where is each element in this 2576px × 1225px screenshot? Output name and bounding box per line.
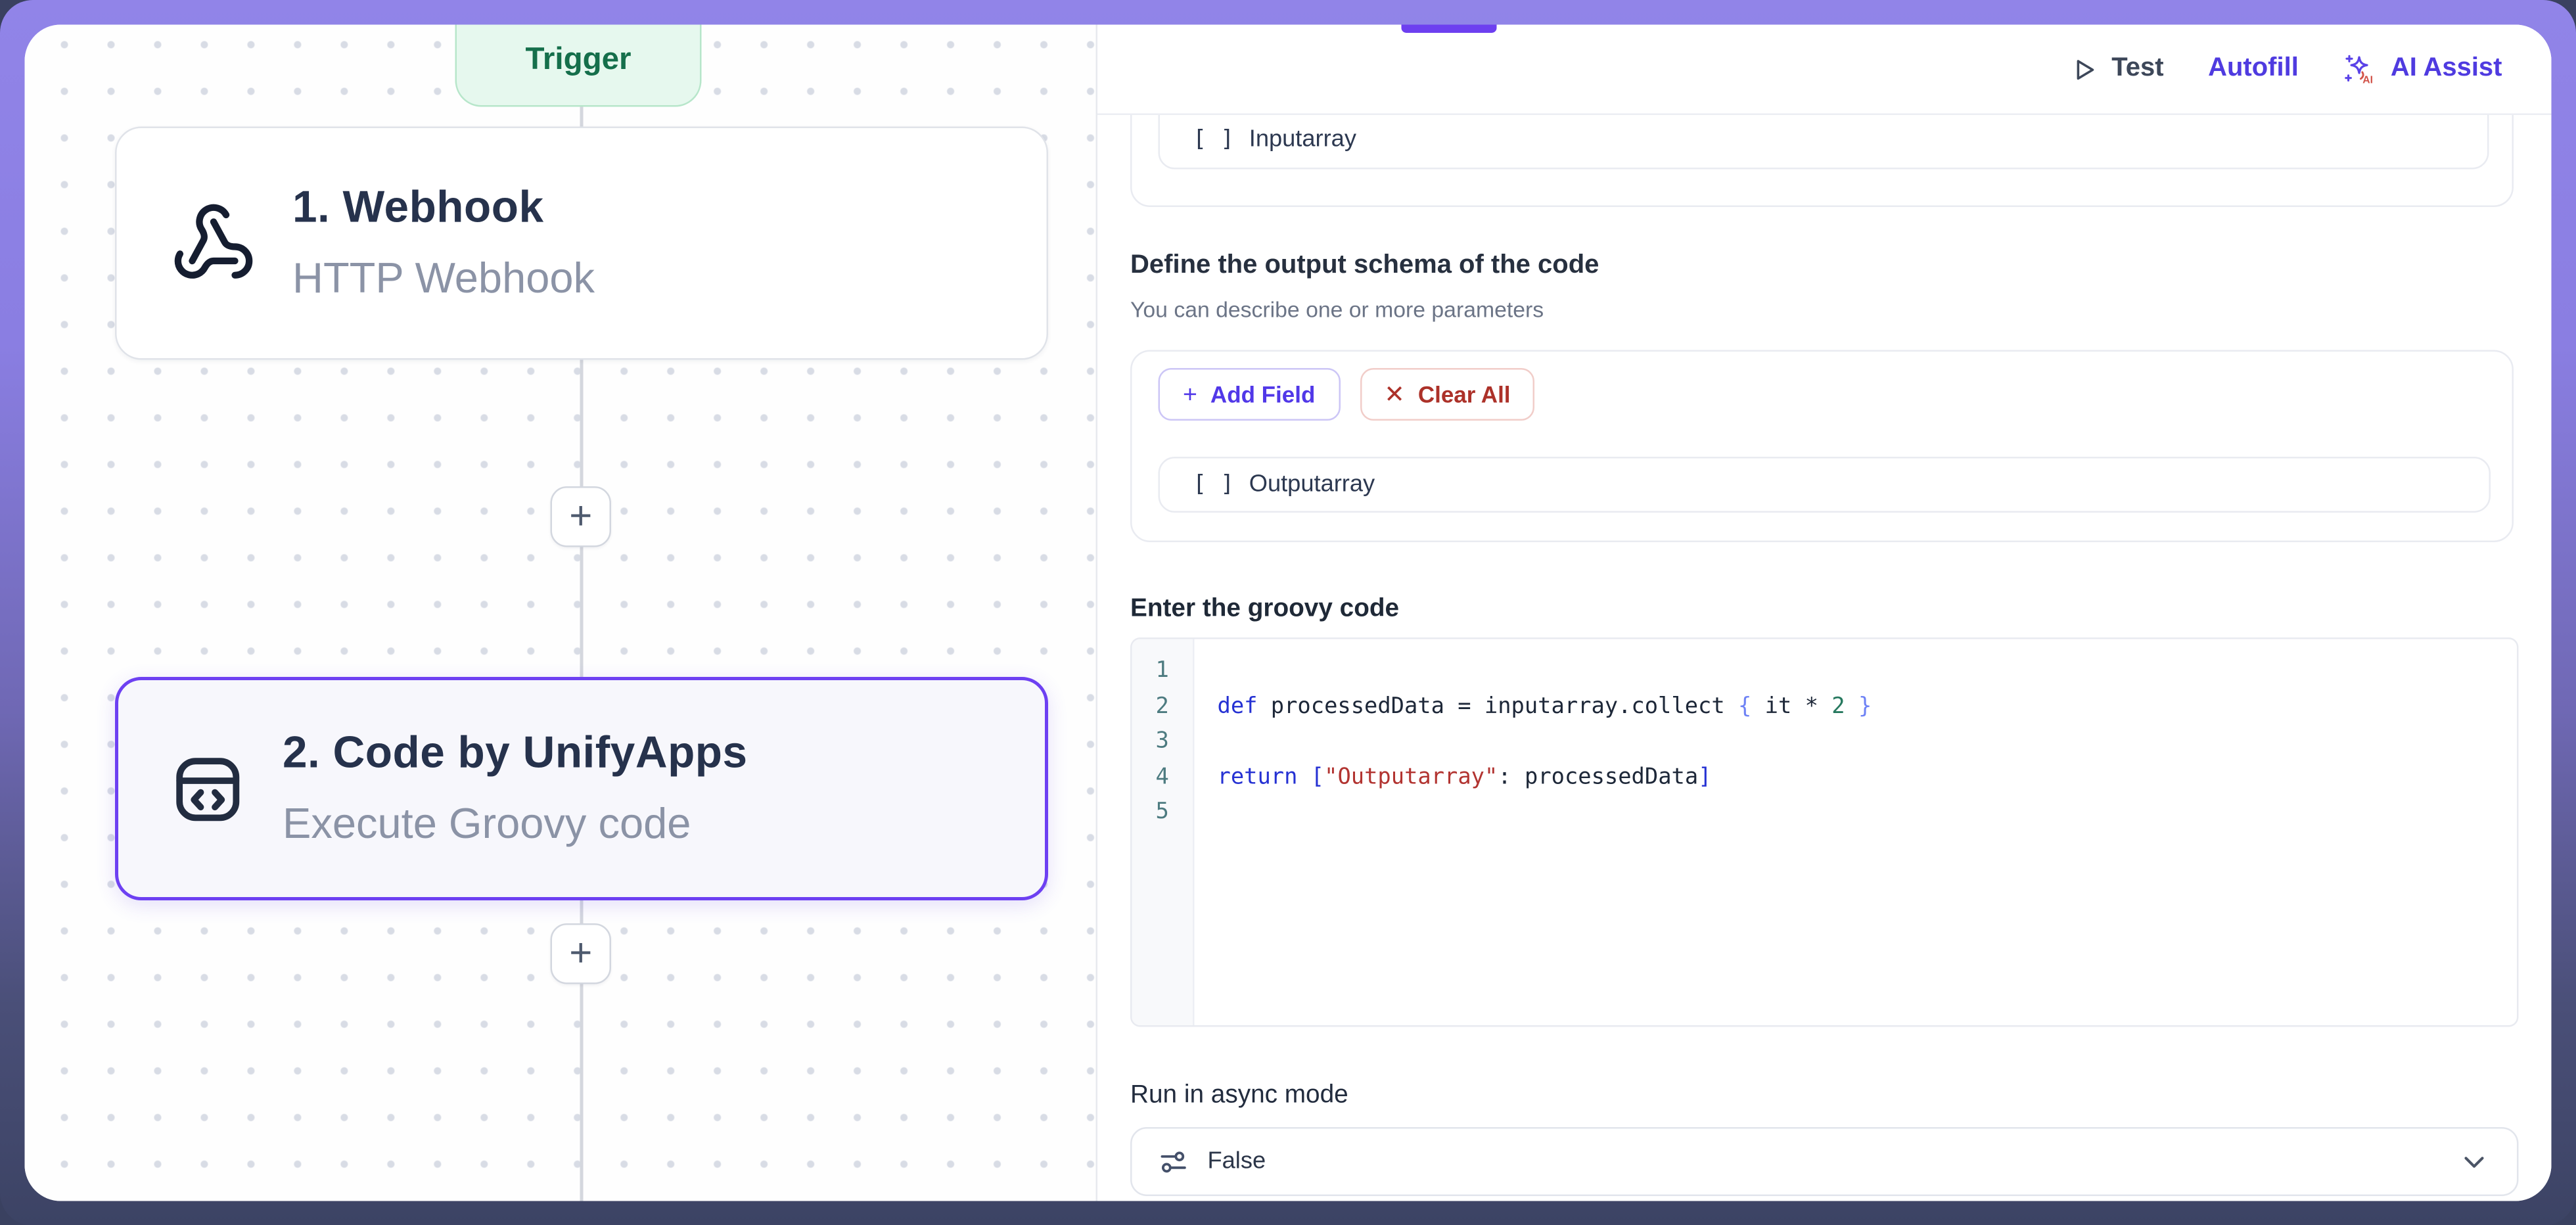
output-schema-subtitle: You can describe one or more parameters — [1130, 298, 1544, 323]
ai-sparkle-icon: AI — [2343, 52, 2378, 87]
code-window-icon — [170, 750, 247, 827]
output-schema-field[interactable]: [ ] Outputarray — [1159, 457, 2491, 513]
clear-all-button[interactable]: ✕ Clear All — [1360, 368, 1535, 421]
add-field-button[interactable]: + Add Field — [1159, 368, 1340, 421]
node-title: 1. Webhook — [292, 183, 595, 234]
panel-content: [ ] Inputarray Define the output schema … — [1097, 115, 2552, 1201]
svg-text:AI: AI — [2363, 74, 2374, 85]
node-code-by-unifyapps[interactable]: 2. Code by UnifyApps Execute Groovy code — [115, 677, 1048, 900]
app-stage: Trigger 1. Webhook HTTP Webhook + — [0, 0, 2576, 1225]
ai-assist-button[interactable]: AI AI Assist — [2343, 52, 2502, 87]
app-window: Trigger 1. Webhook HTTP Webhook + — [25, 25, 2552, 1201]
node-webhook[interactable]: 1. Webhook HTTP Webhook — [115, 127, 1048, 360]
panel-header: Test Autofill AI AI Assist — [1097, 25, 2552, 116]
async-mode-label: Run in async mode — [1130, 1081, 1348, 1111]
add-step-button[interactable]: + — [551, 923, 612, 984]
groovy-code-label: Enter the groovy code — [1130, 595, 1399, 624]
selected-value: False — [1208, 1149, 1266, 1175]
trigger-badge[interactable]: Trigger — [455, 25, 702, 107]
array-brackets-icon: [ ] — [1193, 472, 1234, 498]
test-button[interactable]: Test — [2071, 55, 2164, 84]
x-icon: ✕ — [1384, 382, 1404, 407]
array-brackets-icon: [ ] — [1193, 127, 1234, 153]
node-subtitle: HTTP Webhook — [292, 253, 595, 304]
autofill-button[interactable]: Autofill — [2208, 55, 2299, 84]
workflow-canvas[interactable]: Trigger 1. Webhook HTTP Webhook + — [25, 25, 1098, 1201]
sliders-icon — [1159, 1146, 1190, 1178]
code-text[interactable]: def processedData = inputarray.collect {… — [1195, 639, 2518, 1026]
input-schema-container: [ ] Inputarray — [1130, 115, 2514, 207]
plus-icon: + — [1183, 382, 1197, 407]
node-subtitle: Execute Groovy code — [283, 798, 748, 850]
plus-icon: + — [569, 497, 592, 536]
groovy-code-editor[interactable]: 12345 def processedData = inputarray.col… — [1130, 637, 2519, 1027]
field-name: Inputarray — [1249, 127, 1356, 153]
play-icon — [2071, 55, 2099, 83]
line-number-gutter: 12345 — [1132, 639, 1195, 1026]
config-panel: Test Autofill AI AI Assist — [1097, 25, 2552, 1201]
webhook-icon — [171, 200, 256, 286]
output-schema-heading: Define the output schema of the code — [1130, 252, 1599, 281]
input-schema-field[interactable]: [ ] Inputarray — [1159, 115, 2489, 170]
plus-icon: + — [569, 934, 592, 973]
chevron-down-icon — [2458, 1145, 2491, 1178]
async-mode-select[interactable]: False — [1130, 1127, 2519, 1196]
active-tab-indicator — [1402, 25, 1497, 32]
output-schema-container: + Add Field ✕ Clear All [ ] Outputarray — [1130, 350, 2514, 543]
node-title: 2. Code by UnifyApps — [283, 728, 748, 779]
field-name: Outputarray — [1249, 472, 1375, 498]
trigger-label: Trigger — [457, 43, 700, 79]
add-step-button[interactable]: + — [551, 486, 612, 547]
